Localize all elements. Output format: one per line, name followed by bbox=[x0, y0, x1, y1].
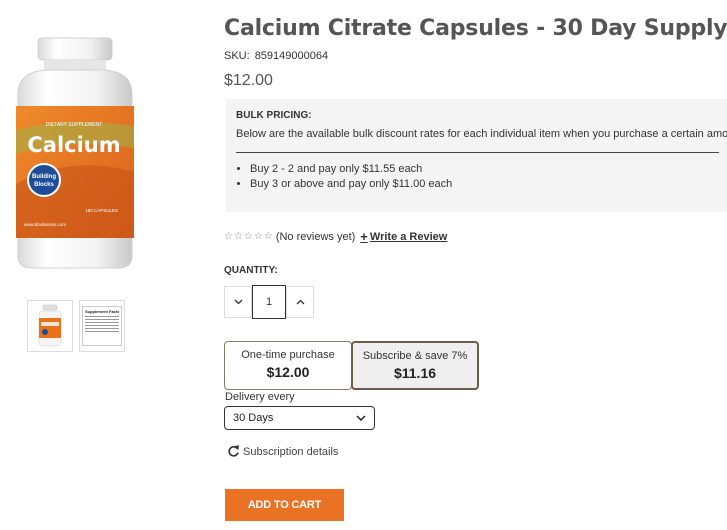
quantity-input[interactable] bbox=[252, 285, 286, 319]
subscribe-save-price: $11.16 bbox=[393, 365, 437, 381]
product-main-image[interactable]: DIETARY SUPPLEMENT Calcium Building Bloc… bbox=[10, 34, 140, 274]
bulk-divider bbox=[236, 152, 719, 153]
bulk-pricing-panel: BULK PRICING: Below are the available bu… bbox=[226, 99, 727, 212]
bottle-thumbnail-icon bbox=[38, 304, 62, 347]
one-time-purchase-price: $12.00 bbox=[266, 364, 310, 380]
bulk-pricing-description: Below are the available bulk discount ra… bbox=[236, 128, 727, 140]
sku: SKU: 859149000064 bbox=[224, 50, 333, 62]
one-time-purchase-option[interactable]: One-time purchase $12.00 bbox=[224, 341, 352, 390]
rating-stars-icon: ☆☆☆☆☆ bbox=[224, 231, 274, 242]
delivery-label: Delivery every bbox=[225, 391, 295, 403]
thumb-doc-title: Supplement Facts bbox=[85, 309, 119, 314]
plus-icon: + bbox=[360, 229, 368, 244]
label-supplement-tag: DIETARY SUPPLEMENT bbox=[46, 122, 102, 128]
label-capsule-count: 180 CAPSULES bbox=[85, 208, 118, 213]
add-to-cart-button[interactable]: ADD TO CART bbox=[225, 489, 344, 521]
subscribe-save-option[interactable]: Subscribe & save 7% $11.16 bbox=[351, 341, 479, 390]
bulk-tier-list: Buy 2 - 2 and pay only $11.55 each Buy 3… bbox=[236, 162, 717, 192]
decrease-quantity-button[interactable] bbox=[224, 286, 252, 318]
chevron-up-icon bbox=[296, 299, 304, 305]
quantity-stepper bbox=[224, 285, 314, 319]
chevron-down-icon bbox=[234, 299, 242, 305]
write-review-link[interactable]: + Write a Review bbox=[360, 229, 447, 244]
write-review-label: Write a Review bbox=[369, 230, 448, 243]
label-brand-line2: Blocks bbox=[34, 182, 54, 188]
delivery-frequency-value: 30 Days bbox=[233, 412, 274, 424]
no-reviews-text: (No reviews yet) bbox=[275, 230, 356, 243]
subscribe-save-label: Subscribe & save 7% bbox=[362, 350, 468, 362]
label-website: www.bbvitamins.com bbox=[24, 222, 66, 227]
bulk-tier: Buy 3 or above and pay only $11.00 each bbox=[250, 177, 717, 192]
sku-label: SKU: bbox=[224, 50, 250, 62]
refresh-icon bbox=[227, 445, 240, 458]
label-product-name: Calcium bbox=[27, 133, 120, 157]
subscription-details-link[interactable]: Subscription details bbox=[227, 445, 338, 458]
sku-value: 859149000064 bbox=[254, 50, 329, 62]
supplement-facts-doc-icon: Supplement Facts bbox=[82, 306, 122, 346]
one-time-purchase-label: One-time purchase bbox=[241, 349, 335, 361]
product-price: $12.00 bbox=[224, 72, 273, 89]
label-brand-line1: Building bbox=[32, 174, 56, 180]
subscription-details-label: Subscription details bbox=[243, 445, 339, 458]
bulk-pricing-title: BULK PRICING: bbox=[236, 110, 312, 121]
reviews-row: ☆☆☆☆☆ (No reviews yet) + Write a Review bbox=[224, 229, 447, 244]
product-title: Calcium Citrate Capsules - 30 Day Supply bbox=[224, 16, 727, 41]
thumbnail-strip: Supplement Facts bbox=[27, 300, 125, 352]
chevron-down-icon bbox=[356, 415, 366, 421]
thumbnail-supplement-facts[interactable]: Supplement Facts bbox=[79, 300, 125, 352]
bulk-tier: Buy 2 - 2 and pay only $11.55 each bbox=[250, 162, 717, 177]
delivery-frequency-select[interactable]: 30 Days bbox=[224, 406, 375, 430]
quantity-label: QUANTITY: bbox=[224, 265, 278, 276]
increase-quantity-button[interactable] bbox=[286, 286, 314, 318]
thumbnail-bottle[interactable] bbox=[27, 300, 73, 352]
